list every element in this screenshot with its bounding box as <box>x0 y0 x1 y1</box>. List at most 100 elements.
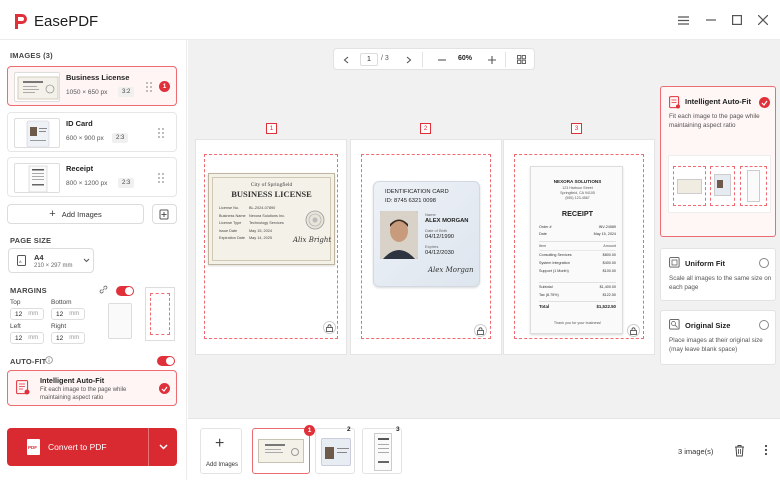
strip-add-images-button[interactable]: + Add Images <box>200 428 242 474</box>
autofit-icon <box>16 380 30 396</box>
aspect-ratio-badge: 2:3 <box>118 178 135 188</box>
autofit-desc: Fit each image to the page while maintai… <box>40 387 127 401</box>
margin-left-value: 12 <box>15 334 23 342</box>
unit-label: mm <box>69 311 80 317</box>
page-number-badge: 3 <box>571 123 582 134</box>
close-icon[interactable] <box>756 13 770 27</box>
id-dob: 04/12/1990 <box>425 234 455 240</box>
license-signature: Alix Bright <box>293 236 332 244</box>
license-field-value: Technology Services <box>249 221 284 225</box>
margin-left-label: Left <box>10 323 21 330</box>
autofit-icon <box>669 96 680 109</box>
page-number-badge: 1 <box>266 123 277 134</box>
fit-option-title: Intelligent Auto-Fit <box>685 97 751 106</box>
page-size-name: A4 <box>34 252 44 262</box>
fit-option-desc: Scale all images to the same size on eac… <box>669 275 772 291</box>
image-card-receipt[interactable]: Receipt 800 × 1200 px 2:3 <box>7 157 177 197</box>
receipt-total-label: Subtotal <box>539 285 553 289</box>
fit-preview <box>668 155 771 213</box>
page-number-input[interactable]: 1 <box>360 53 378 66</box>
margins-toggle[interactable] <box>116 286 134 296</box>
pdf-page-2[interactable]: IDENTIFICATION CARD ID: 8745 6321 0098 N… <box>350 139 502 355</box>
receipt-title: RECEIPT <box>561 209 594 218</box>
official-seal-icon <box>305 210 325 230</box>
id-name: ALEX MORGAN <box>425 218 469 224</box>
license-field-label: Business Name <box>219 213 246 218</box>
strip-thumb-3[interactable] <box>362 428 402 474</box>
menu-icon[interactable] <box>676 13 690 27</box>
add-images-label: Add Images <box>61 209 102 219</box>
strip-thumb-2[interactable] <box>315 428 355 474</box>
info-icon[interactable] <box>45 356 53 364</box>
receipt-item-amount: $400.00 <box>602 261 616 265</box>
strip-receipt-thumbnail <box>374 433 392 471</box>
next-page-icon[interactable] <box>406 56 412 64</box>
margin-left-input[interactable]: 12 mm <box>10 332 44 344</box>
lock-icon[interactable] <box>627 324 640 337</box>
fit-option-original[interactable]: Original Size Place images at their orig… <box>660 310 776 365</box>
link-icon[interactable] <box>99 285 108 294</box>
chevron-down-icon[interactable] <box>159 444 168 450</box>
check-icon <box>759 97 770 108</box>
autofit-label: AUTO-FIT <box>10 357 47 366</box>
convert-to-pdf-button[interactable]: PDF Convert to PDF <box>7 428 177 466</box>
card-title: Business License <box>66 73 130 82</box>
autofit-option[interactable]: Intelligent Auto-Fit Fit each image to t… <box>7 370 177 406</box>
zoom-in-icon[interactable] <box>488 56 496 64</box>
margin-preview-area <box>150 293 170 335</box>
image-card-business-license[interactable]: Business License 1050 × 650 px 3:2 1 <box>7 66 177 106</box>
margin-bottom-label: Bottom <box>51 299 72 306</box>
fit-option-desc: Place images at their original size (may… <box>669 337 763 353</box>
radio-button[interactable] <box>759 320 769 330</box>
zoom-out-icon[interactable] <box>438 59 446 61</box>
margin-top-input[interactable]: 12 mm <box>10 308 44 320</box>
lock-icon[interactable] <box>323 321 336 334</box>
trash-icon[interactable] <box>734 444 745 457</box>
uniform-fit-icon <box>669 257 680 268</box>
id-dob-label: Date of Birth <box>425 228 448 233</box>
drag-handle-icon[interactable] <box>158 128 166 138</box>
more-options-icon[interactable] <box>764 444 768 456</box>
unit-label: mm <box>28 311 39 317</box>
fit-option-uniform[interactable]: Uniform Fit Scale all images to the same… <box>660 248 776 301</box>
lock-icon[interactable] <box>474 324 487 337</box>
radio-button[interactable] <box>759 258 769 268</box>
drag-handle-icon[interactable] <box>146 82 154 92</box>
margin-right-input[interactable]: 12 mm <box>51 332 85 344</box>
drag-handle-icon[interactable] <box>158 173 166 183</box>
license-field-label: License No. <box>219 206 240 210</box>
id-exp: 04/12/2030 <box>425 250 455 256</box>
margin-preview-page <box>145 287 175 341</box>
card-title: ID Card <box>66 119 93 128</box>
add-folder-button[interactable] <box>152 204 177 224</box>
license-field-value: BL-2024-07890 <box>249 206 276 210</box>
image-card-id-card[interactable]: ID Card 600 × 900 px 2:3 <box>7 112 177 152</box>
grid-view-icon[interactable] <box>517 55 526 64</box>
aspect-ratio-badge: 3:2 <box>118 87 135 97</box>
preview-page <box>710 166 735 206</box>
minimize-icon[interactable] <box>704 13 718 27</box>
license-field-label: License Type <box>219 221 242 225</box>
preview-page <box>740 166 767 206</box>
prev-page-icon[interactable] <box>343 56 349 64</box>
strip-id-thumbnail <box>321 438 351 466</box>
pdf-page-1[interactable]: City of Springfield BUSINESS LICENSE Lic… <box>195 139 347 355</box>
autofit-toggle[interactable] <box>157 356 175 366</box>
receipt-grand-total: $1,522.50 <box>596 304 616 309</box>
plus-icon: + <box>49 208 56 220</box>
add-images-button[interactable]: + Add Images <box>7 204 144 224</box>
margin-bottom-input[interactable]: 12 mm <box>51 308 85 320</box>
app-logo-icon <box>12 12 28 30</box>
page-size-select[interactable]: A A4 210 × 297 mm <box>8 248 94 273</box>
strip-thumb-1[interactable] <box>252 428 310 474</box>
strip-order-number: 3 <box>396 426 400 433</box>
receipt-meta-value: May 15, 2024 <box>593 232 616 236</box>
pdf-page-3[interactable]: NEXORA SOLUTIONS 123 Harbour Street Spri… <box>503 139 655 355</box>
fit-option-intelligent[interactable]: Intelligent Auto-Fit Fit each image to t… <box>660 86 776 237</box>
app-name: EasePDF <box>34 13 99 30</box>
margin-right-label: Right <box>51 323 67 330</box>
receipt-item-name: Support (1 Month) <box>539 269 569 273</box>
maximize-icon[interactable] <box>730 13 744 27</box>
receipt-meta-label: Order # <box>539 225 552 229</box>
card-dimensions: 1050 × 650 px <box>66 89 108 96</box>
